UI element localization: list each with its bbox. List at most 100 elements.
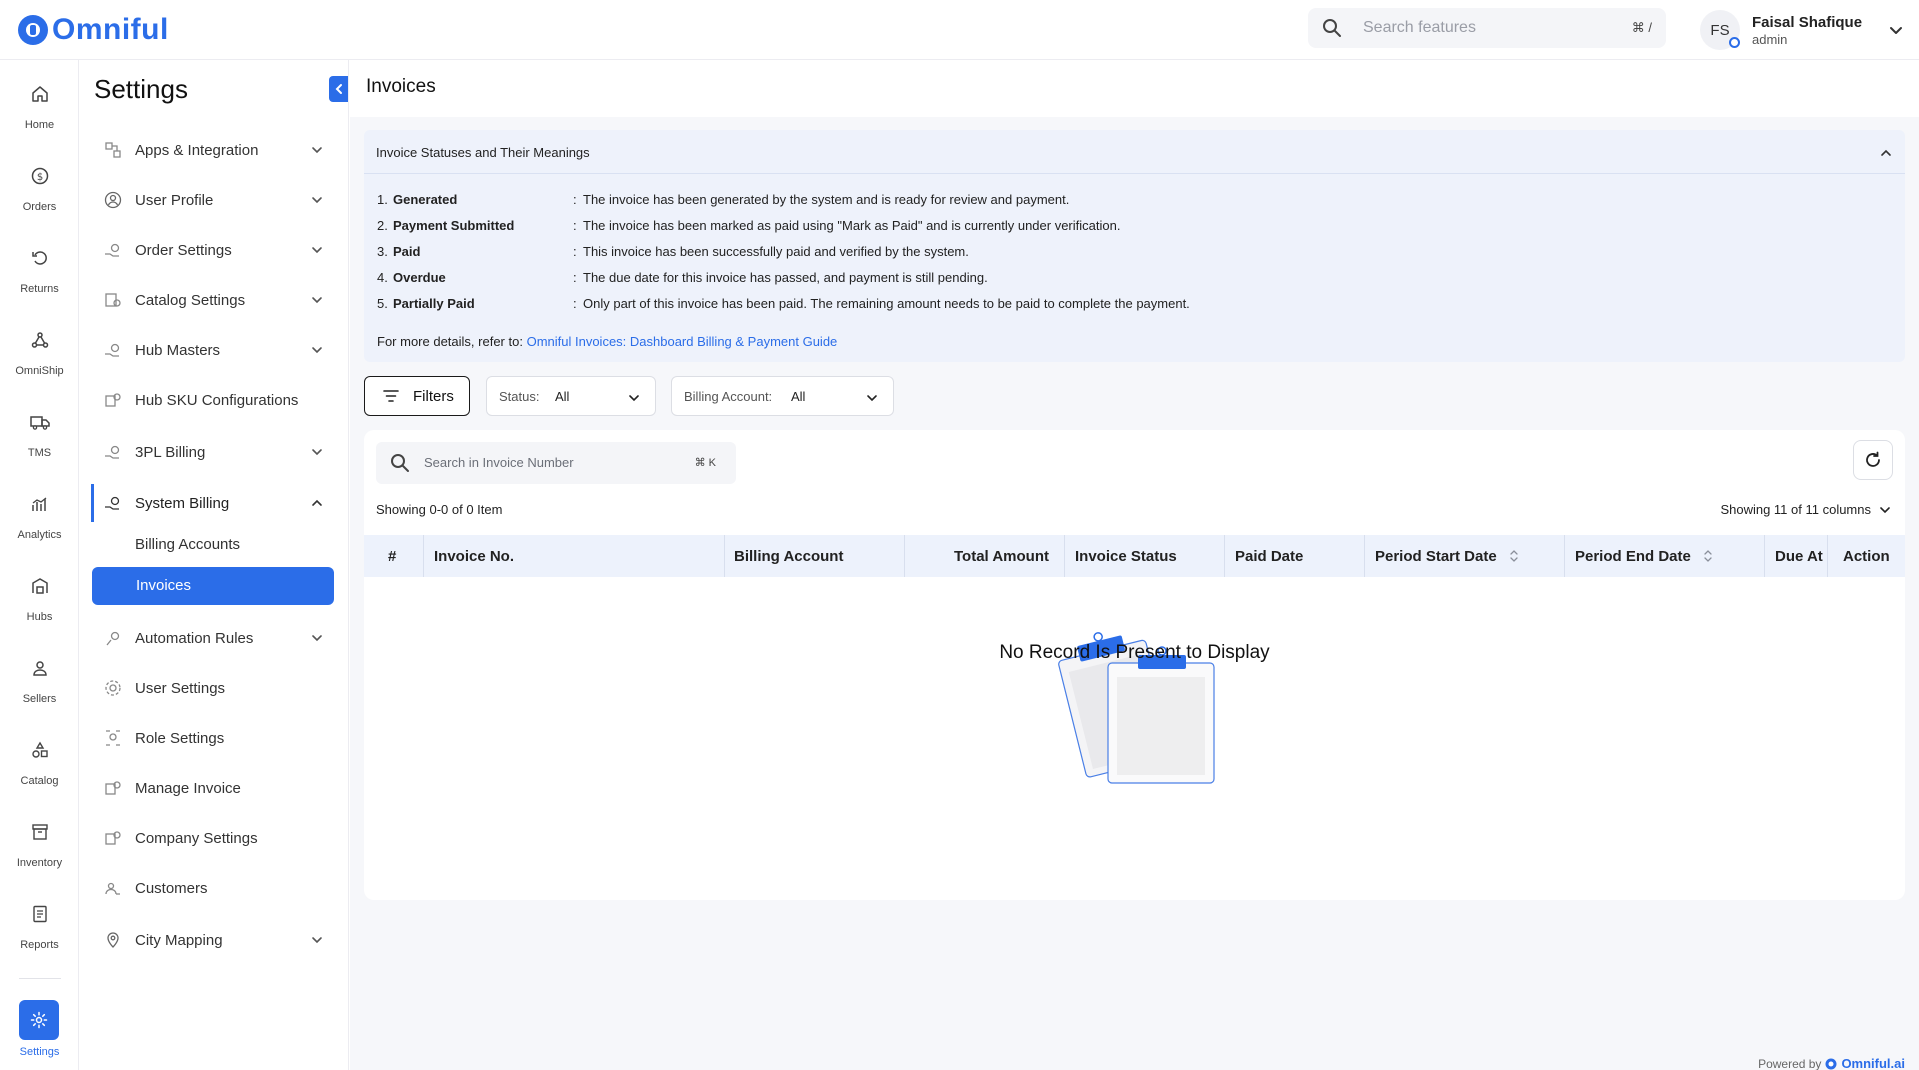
settings-title: Settings: [94, 74, 188, 104]
search-placeholder: Search features: [1363, 19, 1476, 36]
column-header-billing-account[interactable]: Billing Account: [734, 535, 843, 577]
status-definition-row: 4. Overdue: [377, 270, 446, 285]
column-header-invoice-no[interactable]: Invoice No.: [434, 535, 514, 577]
settings-subitem-billing-accounts[interactable]: Billing Accounts: [135, 536, 240, 553]
left-navigation-rail: Home $ Orders Returns OmniShip TMS Analy…: [0, 60, 79, 1070]
settings-item-manage-invoice[interactable]: Manage Invoice: [91, 770, 336, 806]
settings-item-order-settings[interactable]: Order Settings: [91, 232, 336, 268]
settings-item-user-settings[interactable]: User Settings: [91, 670, 336, 706]
settings-item-automation-rules[interactable]: Automation Rules: [91, 620, 336, 656]
separator: :: [573, 244, 577, 259]
settings-item-label: City Mapping: [135, 931, 223, 949]
rail-label: Sellers: [22, 693, 57, 705]
info-panel-header[interactable]: Invoice Statuses and Their Meanings: [364, 130, 1905, 174]
feature-search-input[interactable]: Search features ⌘ /: [1308, 8, 1666, 48]
rail-item-omniship[interactable]: OmniShip: [0, 331, 79, 377]
column-header-period-start-date[interactable]: Period Start Date: [1375, 535, 1519, 577]
billing-cog-icon: [105, 496, 120, 510]
user-menu[interactable]: FS Faisal Shafique admin: [1700, 8, 1910, 52]
rail-label: Catalog: [20, 775, 59, 787]
billing-account-filter-dropdown[interactable]: Billing Account: All: [671, 376, 894, 416]
rail-item-sellers[interactable]: Sellers: [0, 659, 79, 705]
billing-account-filter-value: All: [791, 389, 806, 404]
sort-icon[interactable]: [1509, 548, 1519, 564]
status-filter-label: Status:: [499, 389, 540, 404]
column-header-paid-date[interactable]: Paid Date: [1235, 535, 1303, 577]
settings-item-apps-integration[interactable]: Apps & Integration: [91, 132, 336, 168]
chevron-down-icon[interactable]: [1888, 22, 1904, 38]
settings-item-label: Catalog Settings: [135, 291, 246, 309]
settings-item-label: User Settings: [135, 679, 226, 697]
sku-cog-icon: [105, 393, 121, 407]
rail-label: Inventory: [16, 857, 63, 869]
chevron-down-icon: [312, 147, 322, 154]
invoice-number-search-input[interactable]: Search in Invoice Number ⌘ K: [376, 442, 736, 484]
truck-icon: [29, 416, 50, 430]
map-pin-icon: [107, 932, 119, 948]
rail-item-orders[interactable]: $ Orders: [0, 167, 79, 213]
filters-button[interactable]: Filters: [364, 376, 470, 416]
column-header-invoice-status[interactable]: Invoice Status: [1075, 535, 1177, 577]
rail-item-hubs[interactable]: Hubs: [0, 577, 79, 623]
column-header-action: Action: [1843, 547, 1890, 565]
main-content: Invoices Invoice Statuses and Their Mean…: [350, 60, 1919, 1070]
search-placeholder: Search in Invoice Number: [424, 455, 574, 470]
settings-item-catalog-settings[interactable]: Catalog Settings: [91, 282, 336, 318]
info-panel-heading: Invoice Statuses and Their Meanings: [376, 145, 590, 160]
rail-item-catalog[interactable]: Catalog: [0, 741, 79, 787]
billing-guide-link[interactable]: Omniful Invoices: Dashboard Billing & Pa…: [527, 334, 838, 349]
settings-item-label: User Profile: [135, 191, 214, 209]
rail-item-analytics[interactable]: Analytics: [0, 495, 79, 541]
sort-icon[interactable]: [1703, 548, 1713, 564]
invoice-cog-icon: [105, 781, 121, 795]
column-header-period-end-date[interactable]: Period End Date: [1575, 535, 1713, 577]
settings-item-customers[interactable]: Customers: [91, 870, 336, 906]
box-icon: [31, 824, 48, 840]
separator: :: [573, 192, 577, 207]
status-filter-dropdown[interactable]: Status: All: [486, 376, 656, 416]
rail-item-returns[interactable]: Returns: [0, 249, 79, 295]
omniful-logo-icon: [18, 15, 48, 45]
user-gear-icon: [105, 680, 121, 696]
settings-item-role-settings[interactable]: Role Settings: [91, 720, 336, 756]
filters-label: Filters: [413, 388, 454, 405]
avatar[interactable]: FS: [1700, 10, 1740, 50]
separator: :: [573, 218, 577, 233]
settings-item-3pl-billing[interactable]: 3PL Billing: [91, 434, 336, 470]
home-icon: [31, 86, 48, 102]
settings-item-company-settings[interactable]: Company Settings: [91, 820, 336, 856]
brand-logo[interactable]: Omniful: [18, 13, 169, 47]
column-header-index: #: [388, 547, 397, 565]
column-header-total-amount[interactable]: Total Amount: [954, 535, 1049, 577]
status-description: The invoice has been marked as paid usin…: [583, 218, 1121, 233]
empty-state-message: No Record Is Present to Display: [999, 642, 1270, 663]
network-icon: [31, 332, 48, 348]
column-divider: [1564, 535, 1565, 577]
collapse-panel-button[interactable]: [329, 76, 348, 102]
rail-item-home[interactable]: Home: [0, 85, 79, 131]
rail-item-inventory[interactable]: Inventory: [0, 823, 79, 869]
rail-item-settings[interactable]: [19, 1000, 59, 1040]
columns-count: Showing 11 of 11 columns: [1720, 502, 1871, 517]
automation-icon: [106, 631, 120, 646]
status-description: The invoice has been generated by the sy…: [583, 192, 1070, 207]
chevron-up-icon: [312, 499, 322, 506]
settings-item-hub-masters[interactable]: Hub Masters: [91, 332, 336, 368]
settings-item-system-billing[interactable]: System Billing: [91, 485, 336, 521]
refresh-button[interactable]: [1853, 440, 1893, 480]
column-visibility-toggle[interactable]: Showing 11 of 11 columns: [1720, 502, 1891, 517]
powered-brand[interactable]: Omniful.ai: [1841, 1056, 1905, 1070]
settings-item-user-profile[interactable]: User Profile: [91, 182, 336, 218]
settings-subitem-invoices[interactable]: Invoices: [92, 567, 334, 605]
search-shortcut: ⌘ /: [1631, 20, 1652, 35]
settings-item-hub-sku-configurations[interactable]: Hub SKU Configurations: [91, 382, 336, 418]
status-definition-row: 3. Paid: [377, 244, 421, 259]
report-icon: [32, 905, 47, 923]
column-header-due-at[interactable]: Due At: [1775, 535, 1823, 577]
customers-icon: [105, 882, 120, 895]
chevron-up-icon[interactable]: [1879, 146, 1893, 160]
rail-item-reports[interactable]: Reports: [0, 905, 79, 951]
settings-item-city-mapping[interactable]: City Mapping: [91, 922, 336, 958]
table-header-row: # Invoice No. Billing Account Total Amou…: [364, 535, 1905, 577]
rail-item-tms[interactable]: TMS: [0, 413, 79, 459]
